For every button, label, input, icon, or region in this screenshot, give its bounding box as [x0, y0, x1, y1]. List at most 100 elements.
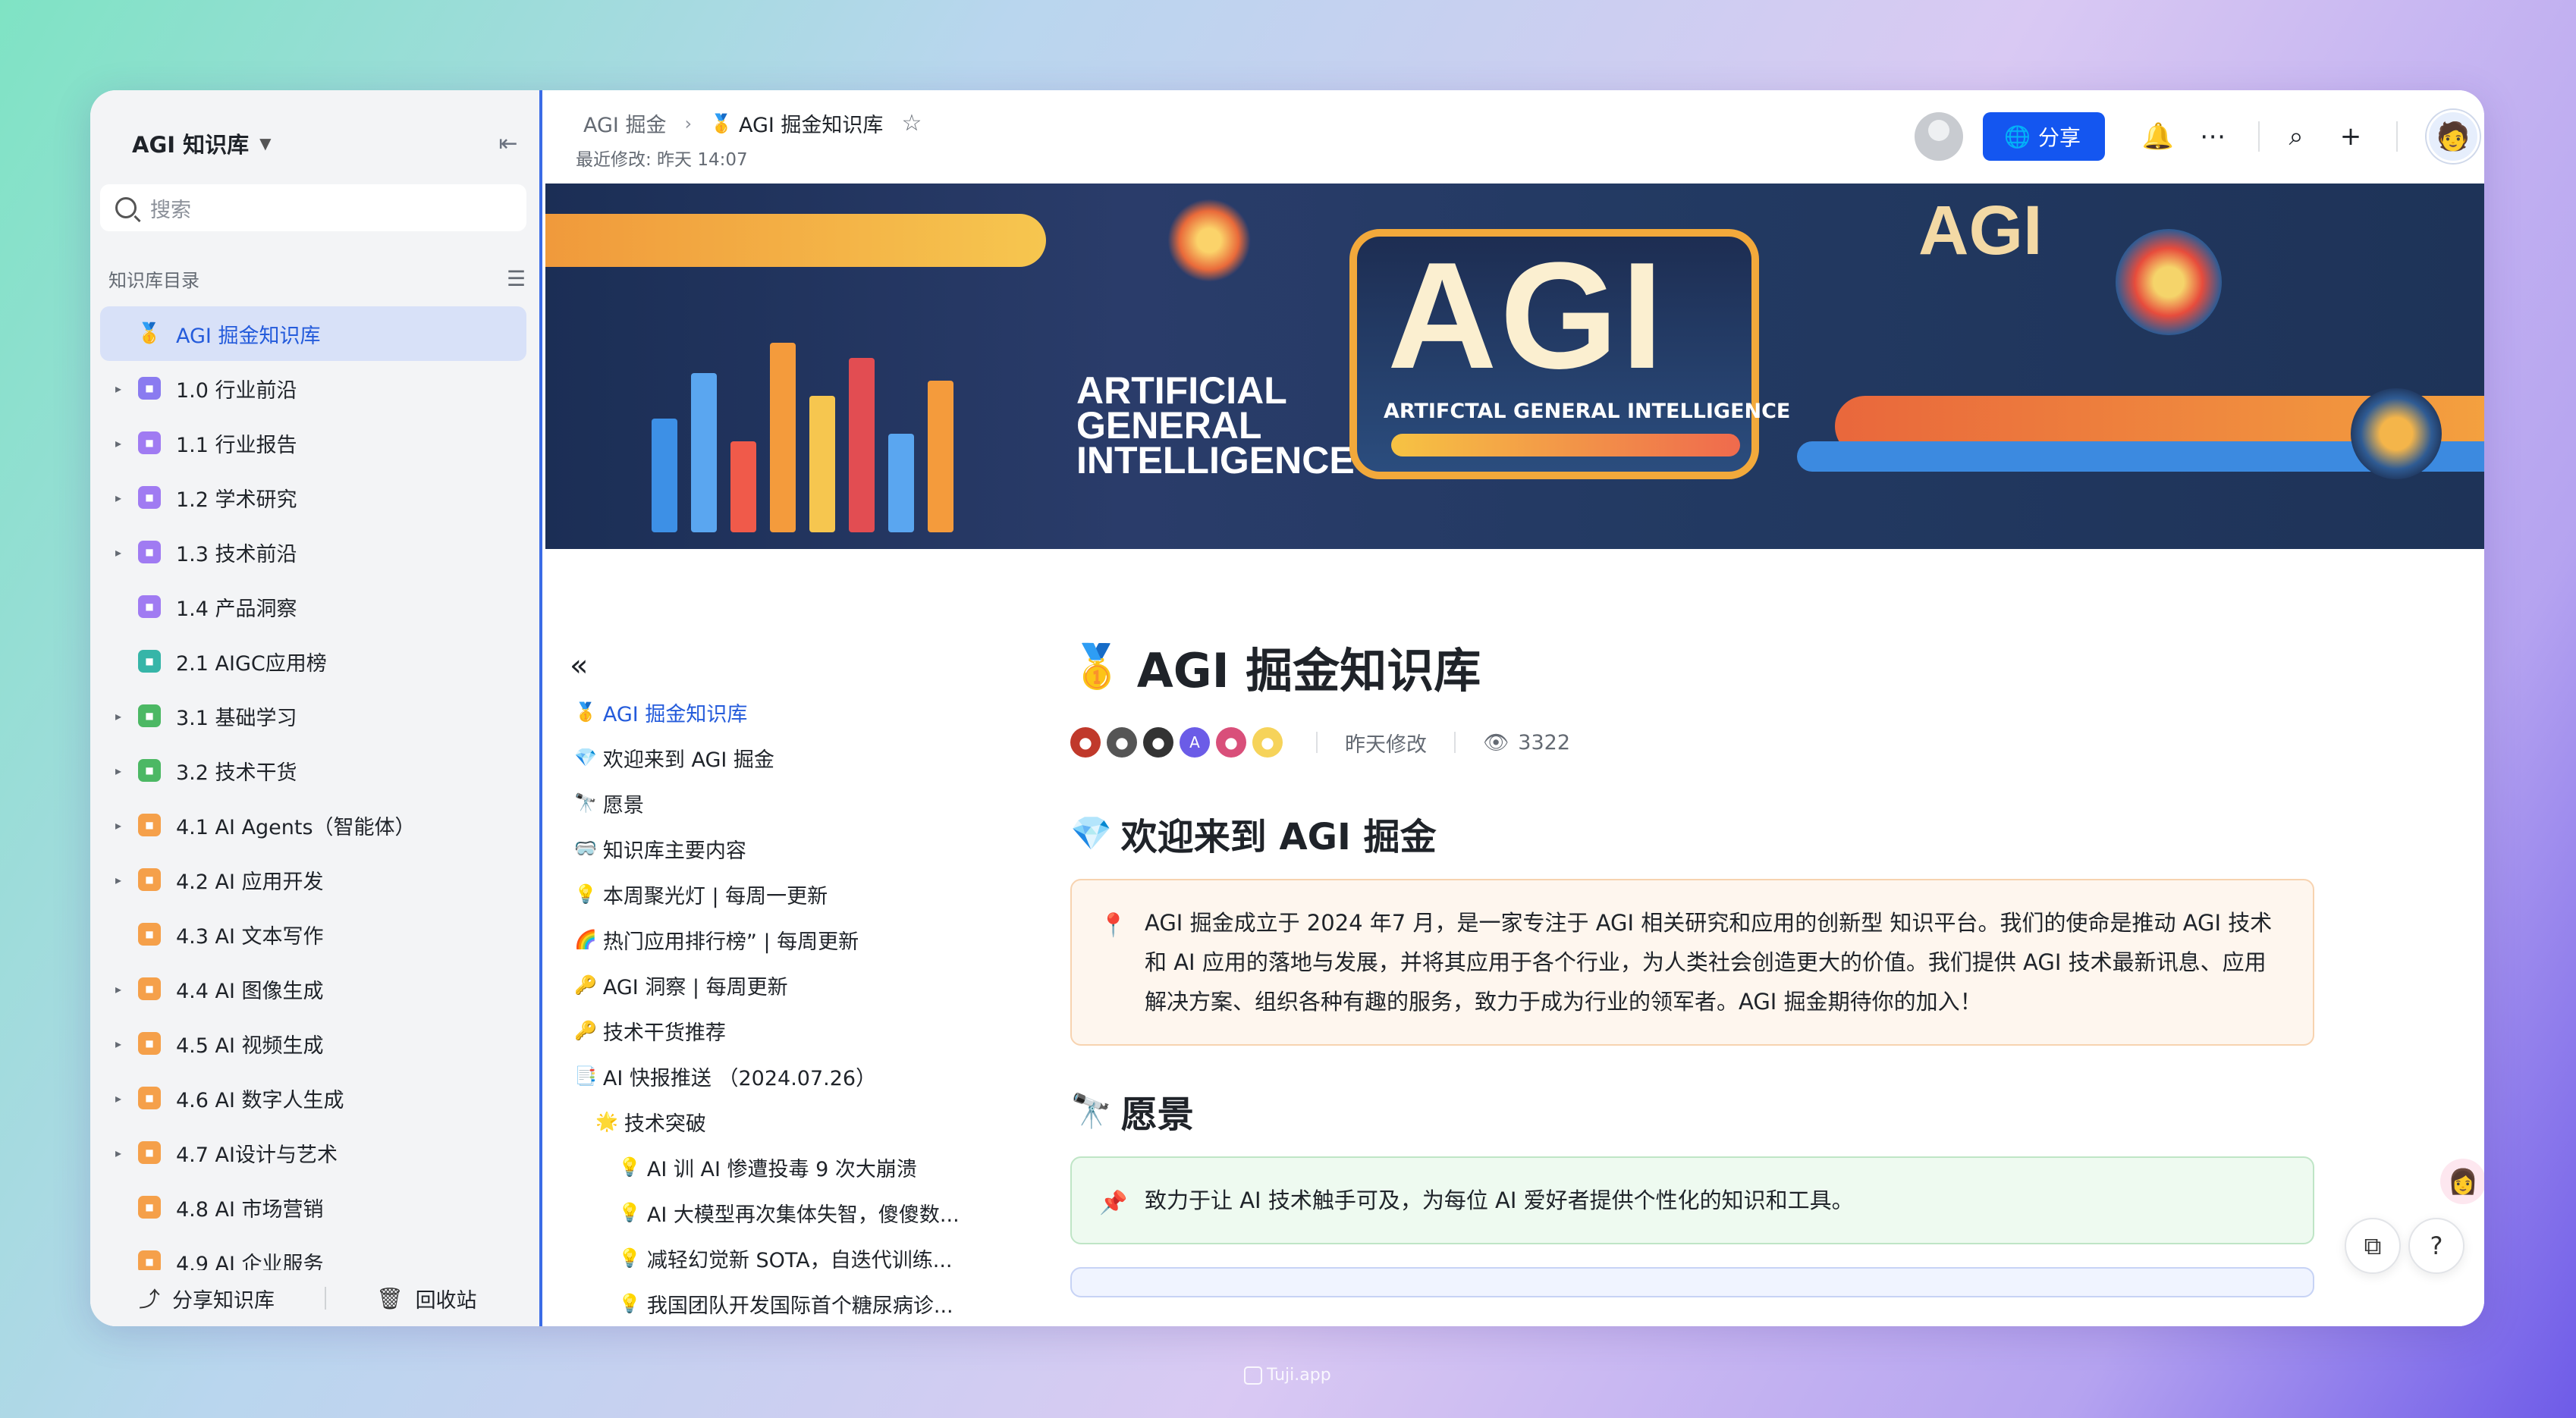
code-icon: ■ — [138, 868, 161, 891]
copy-icon[interactable]: ⧉ — [2345, 1218, 2401, 1274]
banner-gear — [1167, 199, 1251, 282]
collaborator-avatar[interactable]: ● — [1070, 727, 1101, 758]
expand-arrow-icon[interactable]: ▸ — [115, 1146, 138, 1160]
help-icon[interactable]: ? — [2408, 1218, 2464, 1274]
expand-arrow-icon[interactable]: ▸ — [115, 982, 138, 996]
app-window: AGI 知识库 ▼ ⇤ 搜索 知识库目录 ☰ 🥇 AGI 掘金知识库 ▸ ■ 1.0 行… — [90, 90, 2484, 1326]
search-icon[interactable]: ⌕ — [2273, 114, 2319, 159]
toc-item[interactable]: 💎 欢迎来到 AGI 掘金 — [574, 735, 984, 780]
expand-arrow-icon[interactable]: ▸ — [115, 381, 138, 396]
caret-down-icon: ▼ — [259, 134, 272, 152]
star-icon[interactable]: ☆ — [901, 110, 922, 136]
sidebar-item[interactable]: 🥇 AGI 掘金知识库 — [100, 306, 526, 361]
toc-item[interactable]: 🔑 AGI 洞察 | 每周更新 — [574, 962, 984, 1008]
expand-arrow-icon[interactable]: ▸ — [115, 873, 138, 887]
search-input[interactable]: 搜索 — [100, 184, 526, 231]
sidebar-item[interactable]: ▸ ■ 1.0 行业前沿 — [100, 361, 526, 416]
collapse-sidebar-icon[interactable]: ⇤ — [490, 125, 526, 162]
banner-bar — [730, 441, 756, 532]
collaborator-avatar[interactable]: A — [1180, 727, 1210, 758]
telescope-icon: 🔭 — [1070, 1092, 1112, 1131]
expand-arrow-icon[interactable]: ▸ — [115, 709, 138, 723]
toc-item[interactable]: 💡 AI 训 AI 惨遭投毒 9 次大崩溃 — [574, 1144, 984, 1190]
toc-emoji-icon: 🥽 — [574, 838, 597, 859]
toc-emoji-icon: 🌟 — [595, 1111, 618, 1132]
sidebar-item[interactable]: ▸ ■ 4.6 AI 数字人生成 — [100, 1071, 526, 1125]
user-avatar[interactable]: 🧑 — [2427, 110, 2480, 163]
collaborator-avatar[interactable]: ● — [1143, 727, 1173, 758]
compass-icon: ■ — [138, 595, 161, 618]
toc-item[interactable]: 🥽 知识库主要内容 — [574, 826, 984, 871]
toc-emoji-icon: 🔭 — [574, 792, 597, 814]
breadcrumb-current[interactable]: AGI 掘金知识库 — [739, 108, 883, 138]
sidebar-item[interactable]: ▸ ■ 3.2 技术干货 — [100, 743, 526, 798]
banner-bar — [849, 358, 875, 532]
sidebar-item[interactable]: ▸ ■ 4.1 AI Agents（智能体） — [100, 798, 526, 852]
sidebar-item[interactable]: ■ 4.8 AI 市场营销 — [100, 1180, 526, 1234]
toc-item[interactable]: 🔭 愿景 — [574, 780, 984, 826]
toc-item[interactable]: 📑 AI 快报推送 （2024.07.26） — [574, 1053, 984, 1099]
collaborator-avatar[interactable]: ● — [1252, 727, 1283, 758]
expand-arrow-icon[interactable]: ▸ — [115, 1091, 138, 1106]
breadcrumb-root[interactable]: AGI 掘金 — [583, 108, 666, 138]
share-button[interactable]: 🌐 分享 — [1983, 112, 2105, 161]
toc-item[interactable]: 🥇 AGI 掘金知识库 — [574, 689, 984, 735]
toc-item-label: AI 训 AI 惨遭投毒 9 次大崩溃 — [646, 1157, 917, 1181]
toc-item[interactable]: 🌟 技术突破 — [574, 1099, 984, 1144]
collaborator-avatar[interactable]: ● — [1107, 727, 1137, 758]
sidebar-item[interactable]: ■ 1.4 产品洞察 — [100, 579, 526, 634]
sidebar-item[interactable]: ▸ ■ 4.7 AI设计与艺术 — [100, 1125, 526, 1180]
gem-icon: 💎 — [1070, 814, 1112, 853]
sidebar-footer: ⤴ 分享知识库 🗑 回收站 — [90, 1270, 539, 1326]
cube-icon: ■ — [138, 541, 161, 563]
footer-divider — [325, 1287, 327, 1310]
knowledge-base-switcher[interactable]: AGI 知识库 ▼ ⇤ — [132, 121, 526, 166]
collaborator-avatar[interactable] — [1915, 112, 1964, 161]
sidebar-item[interactable]: ▸ ■ 4.5 AI 视频生成 — [100, 1016, 526, 1071]
sidebar-item[interactable]: ▸ ■ 4.4 AI 图像生成 — [100, 962, 526, 1016]
toc-item[interactable]: 🔑 技术干货推荐 — [574, 1008, 984, 1053]
sidebar-item[interactable]: ■ 2.1 AIGC应用榜 — [100, 634, 526, 689]
more-icon[interactable]: ⋯ — [2190, 114, 2235, 159]
meta-modified: 昨天修改 — [1345, 733, 1427, 757]
sidebar-item[interactable]: ■ 4.3 AI 文本写作 — [100, 907, 526, 962]
banner-bar — [928, 381, 953, 532]
trash-button[interactable]: 🗑 回收站 — [376, 1284, 477, 1313]
image-icon: ■ — [138, 977, 161, 1000]
plus-icon[interactable]: + — [2328, 114, 2373, 159]
grid-icon: ■ — [138, 814, 161, 836]
expand-arrow-icon[interactable]: ▸ — [115, 545, 138, 560]
banner-corner-text: AGI — [1918, 192, 2043, 269]
toc-item-label: 知识库主要内容 — [602, 839, 746, 863]
section-heading: 🔭 愿景 — [1070, 1073, 2314, 1149]
toc-item[interactable]: 💡 我国团队开发国际首个糖尿病诊... — [574, 1281, 984, 1326]
sidebar-item-label: 1.3 技术前沿 — [176, 542, 297, 566]
toc-item[interactable]: 💡 本周聚光灯 | 每周一更新 — [574, 871, 984, 917]
sidebar-item[interactable]: ▸ ■ 1.3 技术前沿 — [100, 525, 526, 579]
expand-arrow-icon[interactable]: ▸ — [115, 491, 138, 505]
sidebar: AGI 知识库 ▼ ⇤ 搜索 知识库目录 ☰ 🥇 AGI 掘金知识库 ▸ ■ 1.0 行… — [90, 90, 542, 1326]
sidebar-item[interactable]: ▸ ■ 3.1 基础学习 — [100, 689, 526, 743]
bell-icon[interactable]: 🔔 — [2135, 114, 2181, 159]
list-settings-icon[interactable]: ☰ — [507, 266, 526, 291]
sidebar-item[interactable]: ▸ ■ 1.2 学术研究 — [100, 470, 526, 525]
sidebar-item-label: 4.8 AI 市场营销 — [176, 1197, 324, 1222]
search-icon — [115, 197, 137, 218]
toc-item-label: 技术干货推荐 — [602, 1021, 726, 1045]
assistant-avatar[interactable]: 👩 — [2440, 1159, 2484, 1204]
expand-arrow-icon[interactable]: ▸ — [115, 1037, 138, 1051]
toc-item[interactable]: 💡 减轻幻觉新 SOTA，自迭代训练... — [574, 1235, 984, 1281]
sidebar-item-label: 3.1 基础学习 — [176, 706, 297, 730]
collaborator-avatar[interactable]: ● — [1216, 727, 1246, 758]
toc-item[interactable]: 🌈 热门应用排行榜” | 每周更新 — [574, 917, 984, 962]
sidebar-item[interactable]: ▸ ■ 1.1 行业报告 — [100, 416, 526, 470]
section-heading-text: 愿景 — [1120, 1093, 1194, 1136]
share-knowledge-base-button[interactable]: ⤴ 分享知识库 — [139, 1283, 275, 1313]
collapse-toc-icon[interactable]: « — [570, 648, 588, 683]
sidebar-item[interactable]: ▸ ■ 4.2 AI 应用开发 — [100, 852, 526, 907]
toc-emoji-icon: 🥇 — [574, 701, 597, 723]
expand-arrow-icon[interactable]: ▸ — [115, 764, 138, 778]
expand-arrow-icon[interactable]: ▸ — [115, 436, 138, 450]
toc-item[interactable]: 💡 AI 大模型再次集体失智，傻傻数... — [574, 1190, 984, 1235]
expand-arrow-icon[interactable]: ▸ — [115, 818, 138, 833]
